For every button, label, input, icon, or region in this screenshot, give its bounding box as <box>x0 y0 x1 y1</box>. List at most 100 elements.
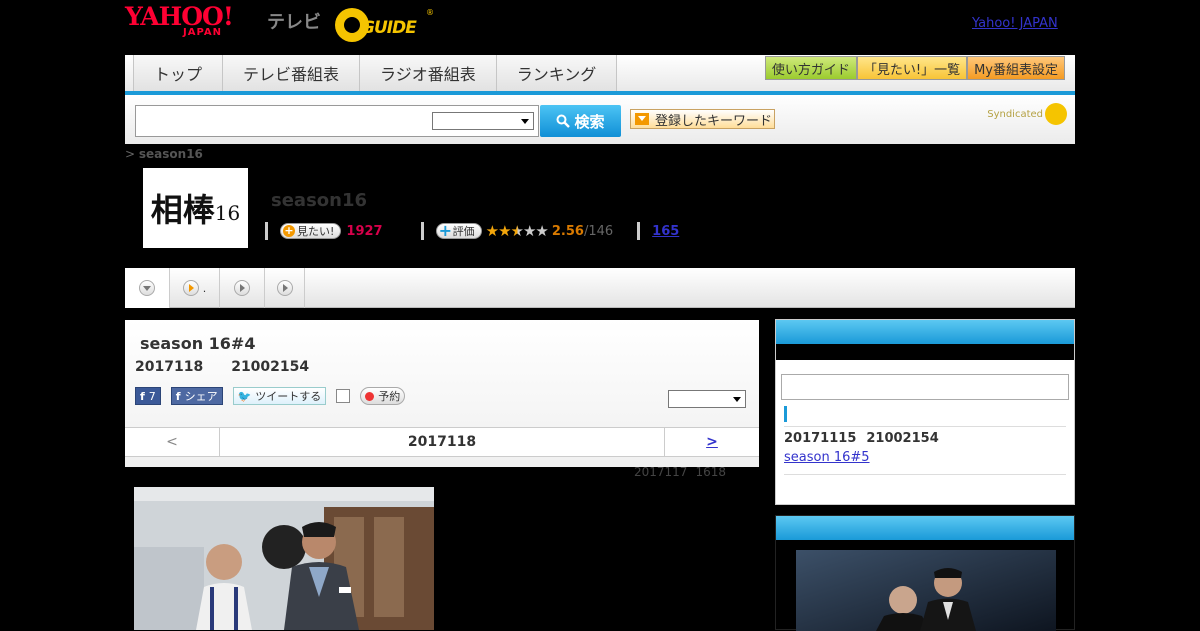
episode-photo-image <box>134 487 434 630</box>
search-icon <box>556 114 571 128</box>
sidebar-subheader <box>776 344 1074 360</box>
breadcrumb: > season16 <box>125 147 203 161</box>
breadcrumb-sep: > <box>125 147 136 161</box>
rating-stars: ★ ★ ★ ★ ★ <box>485 222 549 240</box>
facebook-like-button[interactable]: f 7 <box>135 387 161 405</box>
guide-button[interactable]: 使い方ガイド <box>764 56 857 80</box>
program-stats: + 見たい! 1927 + 評価 ★ ★ ★ ★ ★ 2.56 /146 165 <box>265 220 679 242</box>
want-label: 見たい! <box>297 225 335 238</box>
play-icon <box>276 280 293 296</box>
facebook-share-label: シェア <box>184 390 218 403</box>
star-icon: ★ <box>498 222 511 240</box>
plus-icon: + <box>438 221 453 240</box>
share-buttons: f 7 f シェア 🐦 ツイートする 予約 <box>135 387 406 405</box>
star-icon: ★ <box>535 222 548 240</box>
tweet-label: ツイートする <box>255 390 322 403</box>
twitter-icon: 🐦 <box>237 389 252 403</box>
g-guide-reg: ® <box>426 8 434 17</box>
program-poster: 相棒 16 <box>143 168 248 248</box>
rate-button[interactable]: + 評価 <box>435 221 482 240</box>
want-list-button[interactable]: 「見たい!」一覧 <box>856 56 968 80</box>
subtab-3[interactable] <box>220 268 265 308</box>
episode-date: 2017118 <box>135 359 204 375</box>
tweet-button[interactable]: 🐦 ツイートする <box>232 387 327 405</box>
episode-select[interactable] <box>668 390 746 408</box>
next-episode-link[interactable]: season 16#5 <box>784 450 870 465</box>
episode-box: season 16#4 2017118 21002154 f 7 f シェア 🐦… <box>125 320 759 467</box>
updated-time: 1618 <box>695 465 726 479</box>
g-guide-text: GUIDE <box>361 18 417 38</box>
updated-timestamp: 2017117 1618 <box>634 465 726 479</box>
rating-value: 2.56 <box>551 223 584 239</box>
saved-keywords-label: 登録したキーワード <box>655 113 773 129</box>
subtab-2-label: . <box>202 281 207 295</box>
poster-number: 16 <box>214 201 241 225</box>
my-schedule-settings-button[interactable]: My番組表設定 <box>967 56 1065 80</box>
stats-divider <box>420 222 424 240</box>
dropdown-arrow-icon <box>635 113 649 125</box>
syndicated-label: Syndicated <box>987 109 1043 120</box>
program-subtabs: . <box>125 268 1075 308</box>
chevron-down-icon <box>139 280 155 296</box>
poster-text: 相棒 <box>150 191 215 229</box>
program-key-visual <box>796 550 1056 631</box>
next-broadcast-datetime: 20171115 21002154 <box>784 431 939 446</box>
subtab-1[interactable] <box>125 268 170 308</box>
facebook-icon: f <box>140 389 145 403</box>
sidebar-next-broadcast: 20171115 21002154 season 16#5 <box>775 319 1075 505</box>
stats-divider <box>637 222 641 240</box>
yahoo-japan-logo[interactable]: YAHOO! <box>125 4 234 29</box>
sidebar-accent-bar <box>784 406 787 422</box>
star-icon: ★ <box>485 222 499 240</box>
nav-tab-ranking[interactable]: ランキング <box>496 55 618 91</box>
reserve-label: 予約 <box>378 390 401 403</box>
next-broadcast-date: 20171115 <box>784 431 857 446</box>
syndicated-g-guide: Syndicated <box>987 103 1067 125</box>
sidebar-input[interactable] <box>781 374 1069 400</box>
facebook-share-button[interactable]: f シェア <box>170 387 223 405</box>
play-icon <box>234 280 250 296</box>
page: YAHOO! JAPAN テレビ GUIDE ® Yahoo! JAPAN トッ… <box>125 0 1075 631</box>
rating-count: /146 <box>583 223 614 239</box>
header: YAHOO! JAPAN テレビ GUIDE ® Yahoo! JAPAN <box>125 0 1075 50</box>
subtab-4[interactable] <box>265 268 305 308</box>
nav-tab-tv-schedule[interactable]: テレビ番組表 <box>223 55 361 91</box>
plus-icon: + <box>283 224 295 237</box>
program-title: season16 <box>271 190 368 211</box>
breadcrumb-current: season16 <box>138 147 203 161</box>
play-icon <box>182 280 199 296</box>
yahoo-japan-logo-sub: JAPAN <box>183 27 222 38</box>
star-icon: ★ <box>522 222 536 240</box>
facebook-like-count: 7 <box>148 389 156 403</box>
nav-tab-radio-schedule[interactable]: ラジオ番組表 <box>360 55 497 91</box>
sidebar-header <box>776 320 1074 344</box>
main-nav: トップ テレビ番組表 ラジオ番組表 ランキング 使い方ガイド 「見たい!」一覧 … <box>125 55 1075 95</box>
facebook-icon: f <box>175 389 181 403</box>
next-broadcast-time: 21002154 <box>866 431 939 446</box>
pager-next[interactable]: > <box>664 428 759 456</box>
yahoo-japan-link[interactable]: Yahoo! JAPAN <box>972 16 1058 31</box>
subtab-2[interactable]: . <box>170 268 220 308</box>
episode-time: 21002154 <box>231 359 310 375</box>
reviews-link[interactable]: 165 <box>652 224 679 239</box>
pager-prev[interactable]: < <box>125 428 220 456</box>
updated-date: 2017117 <box>634 465 688 479</box>
g-guide-logo[interactable]: GUIDE ® <box>335 8 434 42</box>
record-icon <box>365 391 375 401</box>
sidebar-program-image[interactable] <box>796 550 1056 631</box>
sidebar-header <box>776 516 1074 540</box>
search-category-select[interactable] <box>432 112 534 130</box>
reserve-button[interactable]: 予約 <box>360 387 406 405</box>
calendar-add-icon[interactable] <box>336 389 351 403</box>
g-guide-small-icon <box>1045 103 1067 125</box>
episode-photo <box>134 487 434 630</box>
search-button[interactable]: 検索 <box>540 105 621 137</box>
sidebar-divider <box>784 426 1066 427</box>
rate-label: 評価 <box>452 225 475 238</box>
episode-title: season 16#4 <box>140 334 256 353</box>
stats-divider <box>265 222 268 240</box>
nav-tab-top[interactable]: トップ <box>134 55 224 91</box>
saved-keywords-button[interactable]: 登録したキーワード <box>630 109 775 129</box>
sidebar-divider <box>784 474 1066 475</box>
want-button[interactable]: + 見たい! <box>280 223 342 239</box>
